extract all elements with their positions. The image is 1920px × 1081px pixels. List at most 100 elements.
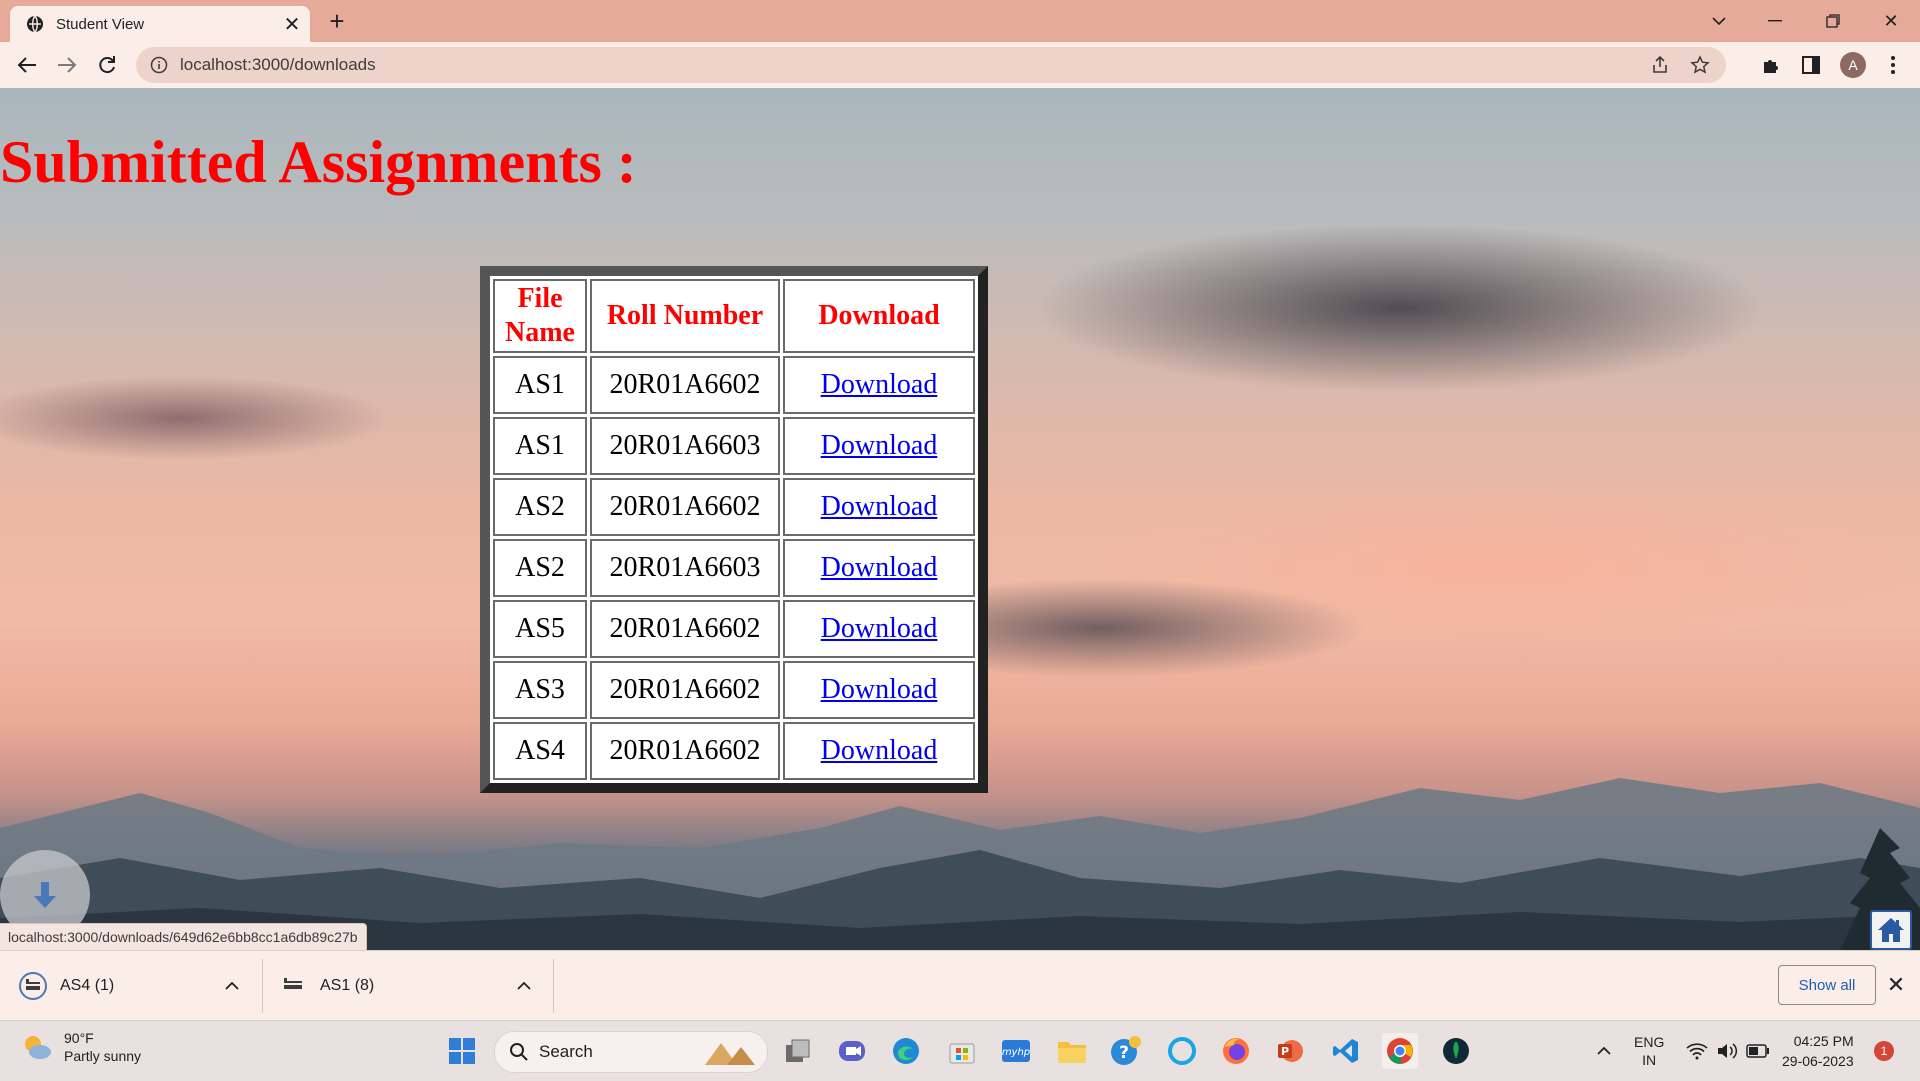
more-menu-icon[interactable] (1878, 50, 1908, 80)
help-icon[interactable]: ? (1108, 1033, 1144, 1069)
download-item-name: AS4 (1) (60, 977, 115, 994)
table-row: AS1 20R01A6603 Download (493, 417, 975, 475)
alexa-icon[interactable] (1164, 1033, 1200, 1069)
file-name-cell: AS5 (493, 600, 587, 658)
file-name-cell: AS2 (493, 539, 587, 597)
wifi-icon (1686, 1043, 1708, 1060)
task-view-icon[interactable] (780, 1033, 816, 1069)
weather-temperature: 90°F (64, 1030, 94, 1046)
roll-number-cell: 20R01A6602 (590, 661, 780, 719)
microsoft-store-icon[interactable] (944, 1033, 980, 1069)
battery-icon (1746, 1044, 1769, 1058)
download-link[interactable]: Download (821, 735, 938, 766)
link-status-bar: localhost:3000/downloads/649d62e6bb8cc1a… (0, 923, 367, 950)
table-header-row: File Name Roll Number Download (493, 279, 975, 353)
table-row: AS3 20R01A6602 Download (493, 661, 975, 719)
download-options-chevron-icon[interactable] (514, 976, 534, 996)
forward-arrow-icon[interactable] (52, 50, 82, 80)
restore-icon[interactable] (1818, 6, 1848, 36)
download-cell: Download (783, 600, 975, 658)
browser-tab[interactable]: Student View ✕ (10, 6, 310, 42)
partly-sunny-icon (25, 1036, 51, 1059)
vscode-icon[interactable] (1328, 1033, 1364, 1069)
volume-icon (1718, 1043, 1738, 1059)
firefox-icon[interactable] (1218, 1033, 1254, 1069)
notification-center[interactable]: 1 (1874, 1021, 1894, 1081)
tab-search-chevron-icon[interactable] (1704, 6, 1734, 36)
chrome-icon[interactable] (1382, 1033, 1418, 1069)
table-row: AS5 20R01A6602 Download (493, 600, 975, 658)
download-cell: Download (783, 661, 975, 719)
roll-number-cell: 20R01A6602 (590, 478, 780, 536)
close-shelf-icon[interactable]: ✕ (1884, 973, 1908, 997)
mongodb-compass-icon[interactable] (1438, 1033, 1474, 1069)
share-icon[interactable] (1646, 51, 1674, 79)
profile-avatar[interactable]: A (1838, 50, 1868, 80)
roll-number-cell: 20R01A6602 (590, 356, 780, 414)
edge-browser-icon[interactable] (888, 1033, 924, 1069)
system-status-tray[interactable] (1686, 1021, 1770, 1081)
table-row: AS4 20R01A6602 Download (493, 722, 975, 780)
download-divider (553, 959, 554, 1013)
globe-icon (26, 15, 44, 33)
windows-start-icon[interactable] (444, 1033, 480, 1069)
show-all-downloads-button[interactable]: Show all (1778, 965, 1876, 1005)
close-window-icon[interactable]: ✕ (1876, 6, 1906, 36)
file-explorer-icon[interactable] (1054, 1033, 1090, 1069)
download-item[interactable]: AS1 (8) (278, 951, 374, 1021)
header-roll-number: Roll Number (590, 279, 780, 353)
header-download: Download (783, 279, 975, 353)
download-item[interactable]: AS4 (1) (18, 951, 114, 1021)
windows-taskbar: 90°F Partly sunny Search myhp ? P ENG IN… (0, 1020, 1920, 1081)
pyramids-search-highlight-icon (705, 1043, 755, 1065)
reload-icon[interactable] (92, 50, 122, 80)
roll-number-cell: 20R01A6603 (590, 539, 780, 597)
svg-text:?: ? (1119, 1043, 1129, 1063)
clock[interactable]: 04:25 PM 29-06-2023 (1782, 1021, 1854, 1081)
home-button[interactable] (1870, 910, 1912, 950)
home-icon (1878, 918, 1904, 942)
download-cell: Download (783, 539, 975, 597)
arrow-down-icon (34, 882, 56, 908)
language-indicator[interactable]: ENG IN (1634, 1021, 1664, 1081)
file-name-cell: AS3 (493, 661, 587, 719)
download-link[interactable]: Download (821, 674, 938, 705)
myhp-icon[interactable]: myhp (998, 1033, 1034, 1069)
show-hidden-icons-chevron[interactable] (1586, 1033, 1622, 1069)
weather-widget[interactable]: 90°F Partly sunny (20, 1029, 141, 1065)
download-shelf: AS4 (1) AS1 (8) Show all ✕ (0, 950, 1920, 1021)
roll-number-cell: 20R01A6602 (590, 600, 780, 658)
download-link[interactable]: Download (821, 430, 938, 461)
side-panel-icon[interactable] (1796, 50, 1826, 80)
minimize-icon[interactable] (1760, 6, 1790, 36)
download-options-chevron-icon[interactable] (222, 976, 242, 996)
download-cell: Download (783, 356, 975, 414)
download-link[interactable]: Download (821, 491, 938, 522)
download-cell: Download (783, 417, 975, 475)
bookmark-star-icon[interactable] (1686, 51, 1714, 79)
tab-close-icon[interactable]: ✕ (278, 12, 306, 37)
extensions-puzzle-icon[interactable] (1756, 50, 1786, 80)
download-divider (262, 959, 263, 1013)
teams-chat-icon[interactable] (834, 1033, 870, 1069)
taskbar-search-box[interactable]: Search (494, 1031, 768, 1073)
page-title: Submitted Assignments : (0, 129, 637, 195)
search-icon (510, 1043, 528, 1061)
address-bar[interactable]: localhost:3000/downloads (136, 47, 1726, 83)
roll-number-cell: 20R01A6603 (590, 417, 780, 475)
language-code: ENG (1634, 1034, 1665, 1050)
download-link[interactable]: Download (821, 613, 938, 644)
site-info-icon[interactable] (150, 56, 168, 74)
back-arrow-icon[interactable] (12, 50, 42, 80)
new-tab-icon[interactable]: + (322, 6, 352, 36)
download-link[interactable]: Download (821, 552, 938, 583)
file-name-cell: AS2 (493, 478, 587, 536)
file-name-cell: AS1 (493, 356, 587, 414)
browser-titlebar: Student View ✕ + ✕ (0, 0, 1920, 42)
download-link[interactable]: Download (821, 369, 938, 400)
weather-description: Partly sunny (64, 1048, 142, 1064)
address-url[interactable]: localhost:3000/downloads (180, 55, 1646, 75)
table-row: AS2 20R01A6602 Download (493, 478, 975, 536)
powerpoint-icon[interactable]: P (1272, 1033, 1308, 1069)
browser-toolbar: localhost:3000/downloads A (0, 42, 1920, 88)
